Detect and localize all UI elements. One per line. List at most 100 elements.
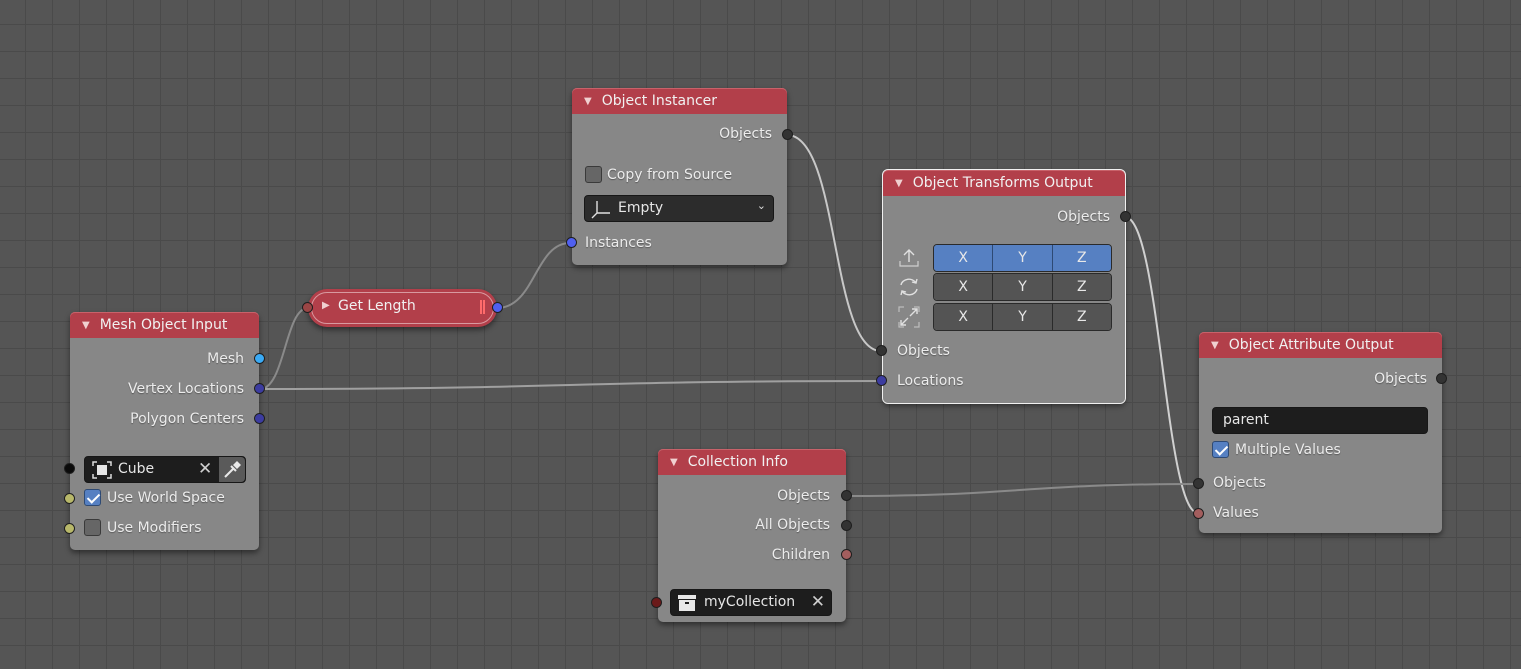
output-label-objects: Objects	[1057, 209, 1110, 225]
location-y-toggle[interactable]: Y	[993, 245, 1053, 271]
object-field-value: Cube	[118, 461, 155, 477]
collection-field-value: myCollection	[704, 594, 796, 610]
node-collection-info[interactable]: ▼ Collection Info Objects All Objects Ch…	[651, 449, 852, 622]
copy-from-source-checkbox[interactable]	[585, 166, 602, 183]
output-label-mesh: Mesh	[207, 351, 244, 367]
socket-output[interactable]	[492, 302, 503, 313]
use-modifiers-label: Use Modifiers	[107, 520, 202, 536]
node-mesh-object-input[interactable]: ▼ Mesh Object Input Mesh Vertex Location…	[64, 312, 265, 550]
node-header[interactable]: ▼ Object Attribute Output	[1199, 332, 1442, 358]
socket-input-objects[interactable]	[1193, 478, 1204, 489]
location-axis-toggles[interactable]: X Y Z	[933, 244, 1112, 272]
collection-box-icon	[678, 595, 696, 611]
socket-output-objects[interactable]	[782, 129, 793, 140]
output-label-objects: Objects	[777, 488, 830, 504]
instance-type-dropdown[interactable]: Empty ⌄	[584, 195, 774, 222]
eyedropper-icon	[224, 461, 241, 478]
chevron-down-icon: ⌄	[756, 199, 766, 212]
node-title: Mesh Object Input	[99, 317, 228, 333]
input-label-values: Values	[1213, 505, 1259, 521]
scale-axis-toggles[interactable]: X Y Z	[933, 303, 1112, 331]
instance-type-value: Empty	[618, 200, 664, 216]
node-title: Object Instancer	[601, 93, 718, 109]
collapse-triangle-icon[interactable]: ▼	[895, 178, 903, 189]
socket-input-object[interactable]	[64, 463, 75, 474]
output-label-vertex-locations: Vertex Locations	[128, 381, 244, 397]
empty-axes-icon	[591, 201, 610, 219]
socket-output-objects[interactable]	[1120, 211, 1131, 222]
socket-output-objects[interactable]	[841, 490, 852, 501]
scale-x-toggle[interactable]: X	[934, 304, 994, 330]
node-object-attribute-output[interactable]: ▼ Object Attribute Output Objects parent…	[1193, 332, 1447, 533]
rotation-z-toggle[interactable]: Z	[1052, 274, 1111, 300]
link-vertex-locations-to-get-length	[259, 307, 309, 390]
use-world-space-label: Use World Space	[107, 490, 225, 506]
multiple-values-label: Multiple Values	[1235, 442, 1341, 458]
scale-icon	[898, 306, 920, 328]
socket-input[interactable]	[302, 302, 313, 313]
node-header[interactable]: ▼ Mesh Object Input	[70, 312, 259, 338]
output-label-objects: Objects	[1374, 371, 1427, 387]
output-label-children: Children	[771, 547, 830, 563]
socket-output-vertex-locations[interactable]	[254, 383, 265, 394]
collection-field[interactable]: myCollection ✕	[670, 589, 832, 616]
input-label-instances: Instances	[585, 235, 652, 251]
collapse-triangle-icon[interactable]: ▼	[670, 457, 678, 468]
socket-input-instances[interactable]	[566, 237, 577, 248]
node-title: Object Attribute Output	[1228, 337, 1394, 353]
link-vertex-locations-to-locations	[259, 380, 882, 390]
node-header[interactable]: ▼ Collection Info	[658, 449, 846, 475]
multiple-values-checkbox[interactable]	[1212, 441, 1229, 458]
input-label-objects: Objects	[897, 343, 950, 359]
node-title: Get Length	[338, 298, 416, 314]
node-get-length[interactable]: ▶ Get Length	[302, 289, 503, 327]
use-world-space-checkbox[interactable]	[84, 489, 101, 506]
link-transforms-objects-to-attribute-values	[1124, 216, 1199, 514]
socket-input-collection[interactable]	[651, 597, 662, 608]
node-title: Object Transforms Output	[912, 175, 1093, 191]
scale-z-toggle[interactable]: Z	[1052, 304, 1111, 330]
node-object-transforms-output[interactable]: ▼ Object Transforms Output Objects X Y Z…	[876, 169, 1131, 404]
node-object-instancer[interactable]: ▼ Object Instancer Objects Copy from Sou…	[566, 88, 793, 265]
collapse-triangle-icon[interactable]: ▼	[82, 320, 90, 331]
socket-input-locations[interactable]	[876, 375, 887, 386]
input-label-objects: Objects	[1213, 475, 1266, 491]
socket-input-objects[interactable]	[876, 345, 887, 356]
socket-output-objects[interactable]	[1436, 373, 1447, 384]
collapse-triangle-icon[interactable]: ▼	[584, 96, 592, 107]
location-x-toggle[interactable]: X	[934, 245, 994, 271]
attribute-name-value: parent	[1223, 412, 1269, 428]
object-field[interactable]: Cube ✕	[84, 456, 246, 483]
output-label-all-objects: All Objects	[755, 517, 830, 533]
attribute-name-input[interactable]: parent	[1212, 407, 1428, 434]
link-instancer-objects-to-transforms-objects	[786, 134, 882, 352]
link-collection-objects-to-attribute-objects	[845, 483, 1199, 497]
clear-collection-button[interactable]: ✕	[811, 592, 825, 612]
copy-from-source-label: Copy from Source	[607, 167, 733, 183]
rotation-x-toggle[interactable]: X	[934, 274, 994, 300]
rotation-icon	[900, 278, 918, 296]
scale-y-toggle[interactable]: Y	[993, 304, 1053, 330]
socket-output-all-objects[interactable]	[841, 520, 852, 531]
mesh-cube-icon	[92, 461, 112, 479]
rotation-axis-toggles[interactable]: X Y Z	[933, 273, 1112, 301]
use-modifiers-checkbox[interactable]	[84, 519, 101, 536]
socket-input-use-modifiers[interactable]	[64, 523, 75, 534]
socket-input-use-world-space[interactable]	[64, 493, 75, 504]
collapse-triangle-icon[interactable]: ▼	[1211, 340, 1219, 351]
hidden-sockets-indicator	[480, 300, 485, 314]
socket-output-children[interactable]	[841, 549, 852, 560]
expand-triangle-icon[interactable]: ▶	[322, 300, 330, 311]
node-title: Collection Info	[687, 454, 788, 470]
socket-output-mesh[interactable]	[254, 353, 265, 364]
location-z-toggle[interactable]: Z	[1052, 245, 1111, 271]
socket-output-polygon-centers[interactable]	[254, 413, 265, 424]
clear-object-button[interactable]: ✕	[198, 459, 212, 479]
node-header[interactable]: ▼ Object Instancer	[572, 88, 787, 114]
socket-input-values[interactable]	[1193, 508, 1204, 519]
node-header[interactable]: ▼ Object Transforms Output	[883, 170, 1125, 196]
eyedropper-button[interactable]	[219, 457, 245, 482]
output-label-objects: Objects	[719, 126, 772, 142]
rotation-y-toggle[interactable]: Y	[993, 274, 1053, 300]
link-get-length-to-instances	[496, 242, 571, 309]
